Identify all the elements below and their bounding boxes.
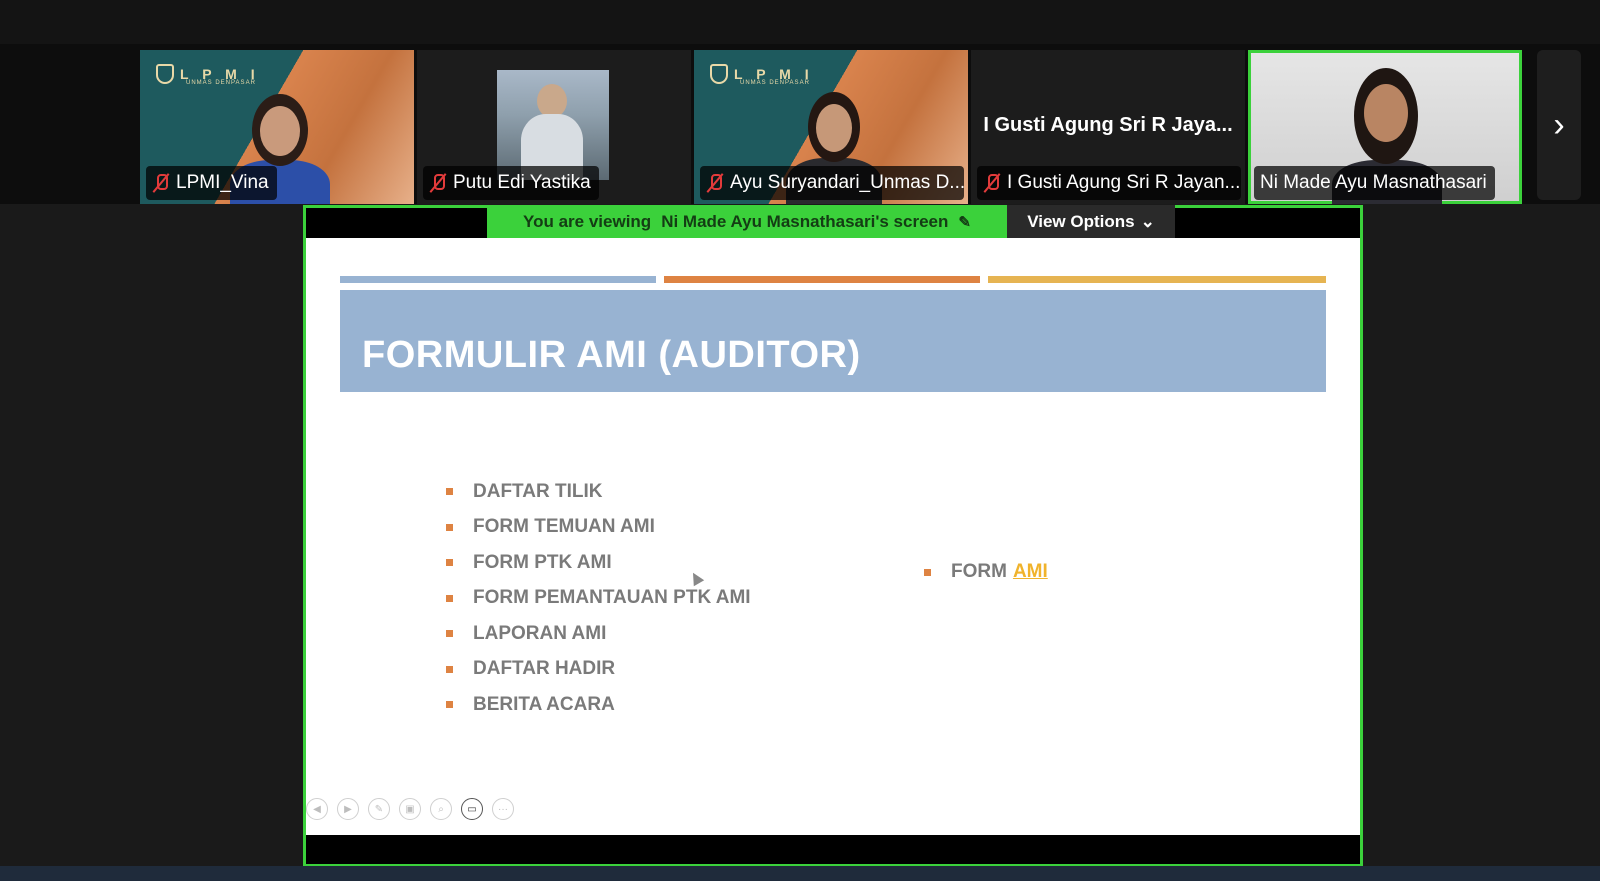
participant-face bbox=[816, 104, 852, 152]
viewing-prefix: You are viewing bbox=[523, 211, 652, 231]
bullet-square-icon bbox=[446, 594, 453, 602]
next-slide-icon[interactable]: ▶ bbox=[337, 798, 359, 820]
name-tag: LPMI_Vina bbox=[146, 166, 277, 200]
previous-slide-icon[interactable]: ◀ bbox=[306, 798, 328, 820]
mic-muted-icon: ✎ bbox=[958, 213, 971, 231]
slides-icon[interactable]: ▣ bbox=[399, 798, 421, 820]
bullet-text: BERITA ACARA bbox=[473, 693, 615, 715]
bullet-text: FORM PEMANTAUAN PTK AMI bbox=[473, 587, 751, 609]
participant-name: Ni Made Ayu Masnathasari bbox=[1260, 172, 1487, 193]
bullet-square-icon bbox=[446, 665, 453, 673]
video-tile-ayu-suryandari[interactable]: L P M I UNMAS DENPASAR Ayu Suryandari_Un… bbox=[694, 50, 968, 204]
mic-muted-icon bbox=[152, 173, 170, 193]
bullet-square-icon bbox=[446, 630, 453, 638]
profile-photo bbox=[497, 70, 609, 180]
rule-gold bbox=[988, 276, 1326, 283]
view-options-label: View Options bbox=[1027, 211, 1135, 231]
photo-face bbox=[537, 84, 567, 118]
crest-icon bbox=[710, 64, 728, 84]
name-tag: Ni Made Ayu Masnathasari bbox=[1254, 166, 1495, 200]
bottom-taskbar bbox=[0, 866, 1600, 881]
mic-muted-icon bbox=[706, 173, 724, 193]
rule-orange bbox=[664, 276, 980, 283]
participant-name: I Gusti Agung Sri R Jayan... bbox=[1007, 172, 1241, 193]
bullet-square-icon bbox=[446, 523, 453, 531]
bullet-square-icon bbox=[446, 701, 453, 709]
presentation-controls: ◀ ▶ ✎ ▣ ⌕ ▭ ··· bbox=[306, 798, 514, 820]
pen-icon[interactable]: ✎ bbox=[368, 798, 390, 820]
window-top-bar bbox=[0, 0, 1600, 44]
participant-display-name: I Gusti Agung Sri R Jaya... bbox=[983, 114, 1233, 136]
list-item: FORM PEMANTAUAN PTK AMI bbox=[446, 581, 751, 617]
name-tag: I Gusti Agung Sri R Jayan... bbox=[977, 166, 1241, 200]
crest-icon bbox=[156, 64, 174, 84]
title-band: FORMULIR AMI (AUDITOR) bbox=[340, 290, 1326, 392]
bullet-text: FORM TEMUAN AMI bbox=[473, 516, 655, 538]
participant-name: Ayu Suryandari_Unmas D... bbox=[730, 172, 964, 193]
more-icon[interactable]: ··· bbox=[492, 798, 514, 820]
list-item: LAPORAN AMI bbox=[446, 616, 751, 652]
list-item: BERITA ACARA bbox=[446, 687, 751, 723]
logo-subtitle: UNMAS DENPASAR bbox=[740, 80, 810, 86]
video-tile-putu-edi-yastika[interactable]: Putu Edi Yastika bbox=[417, 50, 691, 204]
video-tile-i-gusti-agung[interactable]: I Gusti Agung Sri R Jaya... I Gusti Agun… bbox=[971, 50, 1245, 204]
logo-subtitle: UNMAS DENPASAR bbox=[186, 80, 256, 86]
presentation-slide: FORMULIR AMI (AUDITOR) DAFTAR TILIK FORM… bbox=[306, 238, 1360, 835]
list-item: FORM TEMUAN AMI bbox=[446, 510, 751, 546]
video-tile-lpmi-vina[interactable]: L P M I UNMAS DENPASAR LPMI_Vina bbox=[140, 50, 414, 204]
list-item: DAFTAR HADIR bbox=[446, 652, 751, 688]
chevron-down-icon: ⌄ bbox=[1140, 211, 1155, 231]
view-options-button[interactable]: View Options ⌄ bbox=[1007, 205, 1175, 238]
bullet-square-icon bbox=[924, 568, 931, 576]
slide-title: FORMULIR AMI (AUDITOR) bbox=[362, 334, 861, 376]
name-tag: Ayu Suryandari_Unmas D... bbox=[700, 166, 964, 200]
participant-name: LPMI_Vina bbox=[176, 172, 269, 193]
form-ami-item: FORM AMI bbox=[924, 561, 1048, 583]
list-item: FORM PTK AMI bbox=[446, 545, 751, 581]
chevron-right-icon[interactable]: › bbox=[1537, 50, 1581, 200]
viewing-banner: You are viewing Ni Made Ayu Masnathasari… bbox=[487, 205, 1007, 238]
bullet-square-icon bbox=[446, 559, 453, 567]
bullet-text: FORM PTK AMI bbox=[473, 551, 612, 573]
viewing-name: Ni Made Ayu Masnathasari's screen bbox=[661, 211, 949, 231]
name-tag: Putu Edi Yastika bbox=[423, 166, 599, 200]
participant-face bbox=[260, 106, 300, 156]
mic-muted-icon bbox=[429, 173, 447, 193]
video-camera-icon[interactable]: ▭ bbox=[461, 798, 483, 820]
bullet-text: DAFTAR TILIK bbox=[473, 480, 603, 502]
list-item: DAFTAR TILIK bbox=[446, 474, 751, 510]
zoom-icon[interactable]: ⌕ bbox=[430, 798, 452, 820]
bullet-square-icon bbox=[446, 488, 453, 496]
participant-face bbox=[1364, 84, 1408, 142]
form-ami-prefix: FORM bbox=[951, 561, 1007, 582]
mic-muted-icon bbox=[983, 173, 1001, 193]
rule-blue bbox=[340, 276, 656, 283]
bullet-text: DAFTAR HADIR bbox=[473, 658, 616, 680]
bullet-text: LAPORAN AMI bbox=[473, 622, 607, 644]
video-tile-ni-made-ayu[interactable]: Ni Made Ayu Masnathasari bbox=[1248, 50, 1522, 204]
bullet-list: DAFTAR TILIK FORM TEMUAN AMI FORM PTK AM… bbox=[446, 474, 751, 723]
form-ami-link[interactable]: AMI bbox=[1013, 561, 1048, 583]
participant-name: Putu Edi Yastika bbox=[453, 172, 591, 193]
